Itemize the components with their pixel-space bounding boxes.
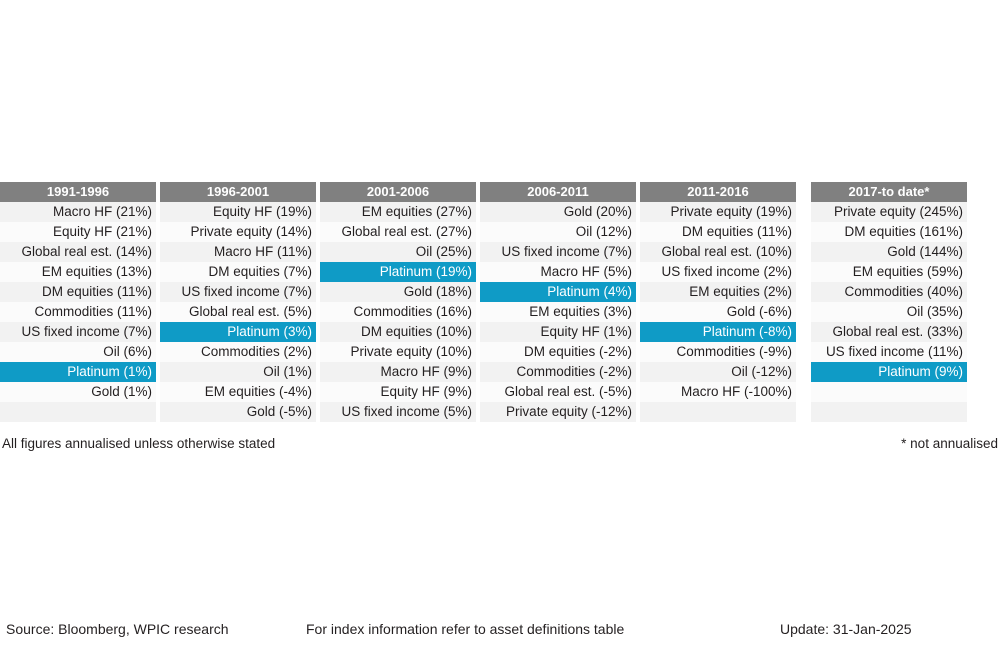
column-header: 2006-2011 — [480, 182, 636, 202]
table-cell: DM equities (161%) — [811, 222, 967, 242]
table-footnotes: All figures annualised unless otherwise … — [0, 434, 1000, 454]
table-cell: Commodities (11%) — [0, 302, 156, 322]
table-cell: Private equity (-12%) — [480, 402, 636, 422]
table-cell: US fixed income (5%) — [320, 402, 476, 422]
table-cell: Macro HF (5%) — [480, 262, 636, 282]
table-cell: Oil (25%) — [320, 242, 476, 262]
table-cell: EM equities (13%) — [0, 262, 156, 282]
table-columns-grid: 1991-1996 Macro HF (21%) Equity HF (21%) Gl… — [0, 182, 1000, 422]
table-cell: Global real est. (5%) — [160, 302, 316, 322]
asset-returns-table: 1991-1996 Macro HF (21%) Equity HF (21%) Gl… — [0, 182, 1000, 422]
table-cell: Oil (35%) — [811, 302, 967, 322]
table-cell: US fixed income (7%) — [0, 322, 156, 342]
table-cell — [811, 382, 967, 402]
source-footer: Source: Bloomberg, WPIC research For ind… — [0, 618, 1000, 640]
footer-source: Source: Bloomberg, WPIC research — [6, 621, 229, 637]
footer-index-info: For index information refer to asset def… — [306, 621, 625, 637]
table-cell: US fixed income (7%) — [160, 282, 316, 302]
table-cell: Gold (-6%) — [640, 302, 796, 322]
table-cell: Macro HF (11%) — [160, 242, 316, 262]
table-cell — [0, 402, 156, 422]
table-cell: Commodities (40%) — [811, 282, 967, 302]
column-header: 2001-2006 — [320, 182, 476, 202]
table-cell: Private equity (14%) — [160, 222, 316, 242]
footer-update-date: Update: 31-Jan-2025 — [780, 621, 912, 637]
table-cell: Gold (-5%) — [160, 402, 316, 422]
table-cell: Commodities (-9%) — [640, 342, 796, 362]
table-cell: Oil (-12%) — [640, 362, 796, 382]
column-header: 2011-2016 — [640, 182, 796, 202]
table-cell: Global real est. (-5%) — [480, 382, 636, 402]
table-cell: DM equities (11%) — [0, 282, 156, 302]
table-cell: EM equities (-4%) — [160, 382, 316, 402]
table-column: 1996-2001 Equity HF (19%) Private equity (… — [160, 182, 316, 422]
table-cell: Equity HF (1%) — [480, 322, 636, 342]
column-header: 1991-1996 — [0, 182, 156, 202]
table-cell: Global real est. (33%) — [811, 322, 967, 342]
table-cell: US fixed income (11%) — [811, 342, 967, 362]
table-cell: Global real est. (10%) — [640, 242, 796, 262]
table-cell-platinum: Platinum (3%) — [160, 322, 316, 342]
table-cell: US fixed income (7%) — [480, 242, 636, 262]
table-cell: Gold (20%) — [480, 202, 636, 222]
table-cell: Equity HF (21%) — [0, 222, 156, 242]
table-cell-platinum: Platinum (-8%) — [640, 322, 796, 342]
table-cell-platinum: Platinum (9%) — [811, 362, 967, 382]
table-cell: Oil (12%) — [480, 222, 636, 242]
table-cell: EM equities (27%) — [320, 202, 476, 222]
table-cell: Commodities (2%) — [160, 342, 316, 362]
table-cell-platinum: Platinum (1%) — [0, 362, 156, 382]
table-cell: Macro HF (9%) — [320, 362, 476, 382]
table-column: 2011-2016 Private equity (19%) DM equities… — [640, 182, 796, 422]
table-cell: Equity HF (19%) — [160, 202, 316, 222]
table-cell-platinum: Platinum (19%) — [320, 262, 476, 282]
table-cell: Commodities (-2%) — [480, 362, 636, 382]
column-header: 2017-to date* — [811, 182, 967, 202]
table-cell: DM equities (7%) — [160, 262, 316, 282]
table-cell: EM equities (3%) — [480, 302, 636, 322]
table-cell: Oil (6%) — [0, 342, 156, 362]
table-cell: EM equities (59%) — [811, 262, 967, 282]
table-cell: EM equities (2%) — [640, 282, 796, 302]
table-cell: DM equities (10%) — [320, 322, 476, 342]
table-cell: Oil (1%) — [160, 362, 316, 382]
table-cell: Gold (144%) — [811, 242, 967, 262]
table-cell: DM equities (11%) — [640, 222, 796, 242]
footnote-not-annualised: * not annualised — [901, 436, 998, 451]
table-cell: Macro HF (-100%) — [640, 382, 796, 402]
table-cell: Equity HF (9%) — [320, 382, 476, 402]
table-cell: Global real est. (27%) — [320, 222, 476, 242]
table-column: 2006-2011 Gold (20%) Oil (12%) US fixed inc… — [480, 182, 636, 422]
table-cell: Gold (1%) — [0, 382, 156, 402]
column-header: 1996-2001 — [160, 182, 316, 202]
table-cell — [811, 402, 967, 422]
table-column: 2001-2006 EM equities (27%) Global real es… — [320, 182, 476, 422]
table-column: 1991-1996 Macro HF (21%) Equity HF (21%) Gl… — [0, 182, 156, 422]
table-cell: Global real est. (14%) — [0, 242, 156, 262]
table-cell: Macro HF (21%) — [0, 202, 156, 222]
table-cell: Private equity (10%) — [320, 342, 476, 362]
table-cell: Private equity (245%) — [811, 202, 967, 222]
table-cell: US fixed income (2%) — [640, 262, 796, 282]
table-cell-platinum: Platinum (4%) — [480, 282, 636, 302]
table-cell — [640, 402, 796, 422]
table-cell: Commodities (16%) — [320, 302, 476, 322]
table-column: 2017-to date* Private equity (245%) DM equ… — [811, 182, 967, 422]
table-cell: DM equities (-2%) — [480, 342, 636, 362]
table-cell: Gold (18%) — [320, 282, 476, 302]
table-cell: Private equity (19%) — [640, 202, 796, 222]
footnote-annualised: All figures annualised unless otherwise … — [2, 436, 276, 451]
